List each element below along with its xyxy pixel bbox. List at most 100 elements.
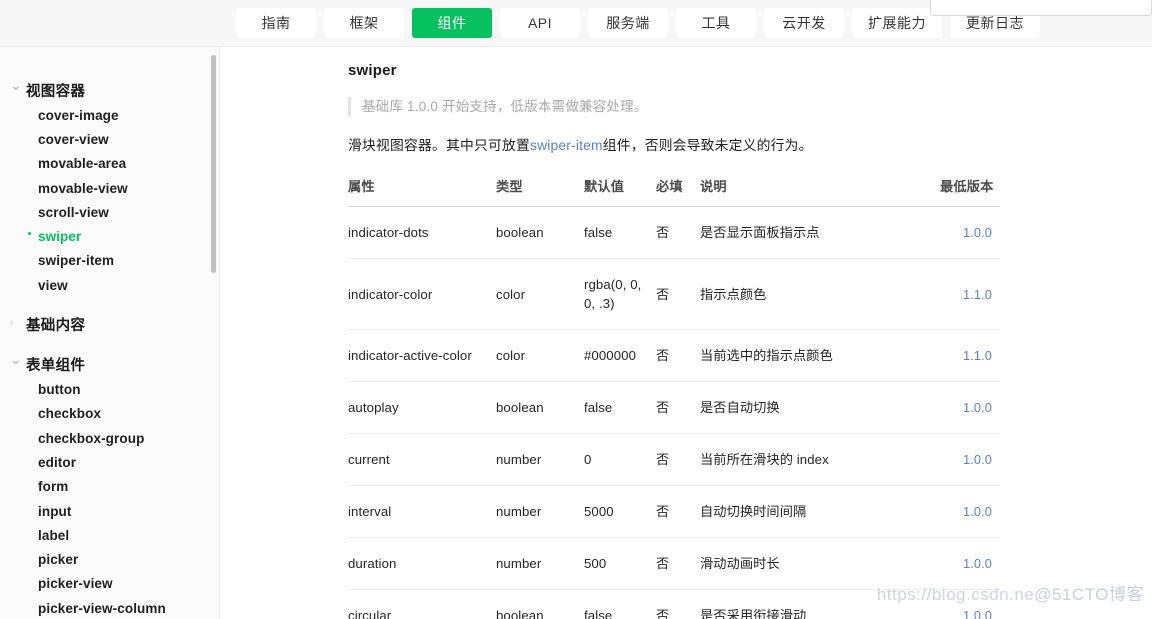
sidebar-item-label: input	[38, 503, 72, 519]
nav-tab-扩展能力[interactable]: 扩展能力	[852, 8, 942, 38]
cell-description: 指示点颜色	[700, 258, 940, 330]
version-link[interactable]: 1.1.0	[963, 287, 992, 302]
col-header-attribute: 属性	[348, 176, 496, 207]
col-header-version: 最低版本	[940, 176, 1000, 207]
cell-attribute: indicator-color	[348, 258, 496, 330]
version-link[interactable]: 1.0.0	[963, 225, 992, 240]
table-row: autoplay boolean false 否是否自动切换 1.0.0	[348, 381, 1000, 434]
sidebar-item-label: movable-view	[38, 180, 128, 196]
version-link[interactable]: 1.0.0	[963, 504, 992, 519]
nav-tab-API[interactable]: API	[500, 8, 580, 38]
table-header-row: 属性 类型 默认值 必填 说明 最低版本	[348, 176, 1000, 207]
col-header-required: 必填	[656, 176, 700, 207]
sidebar-item-cover-view[interactable]: cover-view	[0, 127, 219, 151]
sidebar-item-label: picker-view	[38, 576, 113, 592]
table-row: circular boolean false 否是否采用衔接滑动 1.0.0	[348, 589, 1000, 619]
cell-description: 滑动动画时长	[700, 537, 940, 590]
swiper-item-link[interactable]: swiper-item	[530, 138, 603, 153]
sidebar-item-movable-view[interactable]: movable-view	[0, 176, 219, 200]
sidebar-item-label: editor	[38, 454, 77, 470]
nav-tab-云开发[interactable]: 云开发	[764, 8, 844, 38]
nav-tab-工具[interactable]: 工具	[676, 8, 756, 38]
table-head: 属性 类型 默认值 必填 说明 最低版本	[348, 176, 1000, 207]
sidebar-item-scroll-view[interactable]: scroll-view	[0, 200, 219, 224]
cell-type: boolean	[496, 381, 584, 434]
sidebar-item-form[interactable]: form	[0, 475, 219, 499]
table-row: current number 0 否当前所在滑块的 index 1.0.0	[348, 433, 1000, 486]
version-link[interactable]: 1.1.0	[963, 348, 992, 363]
sidebar-item-editor[interactable]: editor	[0, 450, 219, 474]
cell-required: 否	[656, 206, 700, 259]
version-link[interactable]: 1.0.0	[963, 556, 992, 571]
nav-tab-list: 指南 框架 组件 API 服务端 工具 云开发 扩展能力 更新日志	[236, 0, 1040, 47]
sidebar-item-picker-view-column[interactable]: picker-view-column	[0, 596, 219, 619]
version-link[interactable]: 1.0.0	[963, 608, 992, 619]
sidebar-item-label: checkbox	[38, 406, 102, 422]
sidebar-group-基础内容[interactable]: › 基础内容	[0, 311, 219, 337]
sidebar-item-label[interactable]: label	[0, 523, 219, 547]
nav-tab-框架[interactable]: 框架	[324, 8, 404, 38]
sidebar-item-checkbox[interactable]: checkbox	[0, 402, 219, 426]
table-row: interval number 5000 否自动切换时间间隔 1.0.0	[348, 485, 1000, 538]
sidebar-item-picker[interactable]: picker	[0, 547, 219, 571]
cell-type: boolean	[496, 206, 584, 259]
topbar-left-spacer	[0, 0, 236, 47]
properties-table-wrapper: 属性 类型 默认值 必填 说明 最低版本 indicator-dots boole…	[348, 176, 1000, 619]
cell-required: 否	[656, 329, 700, 382]
cell-version: 1.0.0	[940, 589, 1000, 619]
cell-type: color	[496, 258, 584, 330]
cell-attribute: indicator-active-color	[348, 329, 496, 382]
sidebar-item-label: movable-area	[38, 156, 127, 172]
sidebar-group-视图容器[interactable]: ⌄ 视图容器	[0, 77, 219, 103]
cell-default: false	[584, 381, 656, 434]
nav-tab-服务端[interactable]: 服务端	[588, 8, 668, 38]
cell-required: 否	[656, 537, 700, 590]
sidebar-item-input[interactable]: input	[0, 499, 219, 523]
cell-type: number	[496, 537, 584, 590]
sidebar-item-label: checkbox-group	[38, 430, 145, 446]
sidebar-group-表单组件[interactable]: ⌄ 表单组件	[0, 351, 219, 377]
cell-attribute: duration	[348, 537, 496, 590]
table-row: indicator-color color rgba(0, 0, 0, .3) 否指示…	[348, 258, 1000, 330]
cell-version: 1.0.0	[940, 537, 1000, 590]
sidebar-item-label: button	[38, 382, 81, 398]
chevron-down-icon: ⌄	[10, 351, 22, 368]
table-row: indicator-dots boolean false 否是否显示面板指示点 1.0.…	[348, 206, 1000, 259]
sidebar-item-cover-image[interactable]: cover-image	[0, 103, 219, 127]
sidebar-item-checkbox-group[interactable]: checkbox-group	[0, 426, 219, 450]
active-dot-icon	[28, 232, 31, 236]
doc-article: swiper 基础库 1.0.0 开始支持，低版本需做兼容处理。 滑块视图容器。…	[220, 47, 1152, 619]
cell-required: 否	[656, 381, 700, 434]
sidebar-item-swiper-item[interactable]: swiper-item	[0, 249, 219, 273]
sidebar-scrollbar[interactable]	[211, 55, 216, 273]
chevron-right-icon: ›	[10, 316, 14, 329]
cell-required: 否	[656, 485, 700, 538]
sidebar-item-button[interactable]: button	[0, 377, 219, 401]
cell-type: boolean	[496, 589, 584, 619]
table-row: indicator-active-color color #000000 否当前选中的…	[348, 329, 1000, 382]
nav-tab-组件[interactable]: 组件	[412, 8, 492, 38]
sidebar-item-picker-view[interactable]: picker-view	[0, 572, 219, 596]
cell-required: 否	[656, 589, 700, 619]
sidebar-item-view[interactable]: view	[0, 273, 219, 297]
sidebar-item-swiper[interactable]: swiper	[0, 224, 219, 248]
top-right-overlay-panel	[930, 0, 1152, 16]
cell-attribute: autoplay	[348, 381, 496, 434]
cell-default: 0	[584, 433, 656, 486]
col-header-type: 类型	[496, 176, 584, 207]
cell-attribute: interval	[348, 485, 496, 538]
version-link[interactable]: 1.0.0	[963, 452, 992, 467]
cell-default: 500	[584, 537, 656, 590]
cell-required: 否	[656, 258, 700, 330]
nav-tab-指南[interactable]: 指南	[236, 8, 316, 38]
sidebar[interactable]: ⌄ 视图容器 cover-image cover-view movable-area mo…	[0, 47, 220, 619]
cell-type: number	[496, 433, 584, 486]
sidebar-group-label: 视图容器	[26, 83, 86, 100]
sidebar-item-movable-area[interactable]: movable-area	[0, 152, 219, 176]
cell-default: 5000	[584, 485, 656, 538]
sidebar-item-label: form	[38, 479, 69, 495]
properties-table: 属性 类型 默认值 必填 说明 最低版本 indicator-dots boole…	[348, 176, 1000, 619]
version-link[interactable]: 1.0.0	[963, 400, 992, 415]
